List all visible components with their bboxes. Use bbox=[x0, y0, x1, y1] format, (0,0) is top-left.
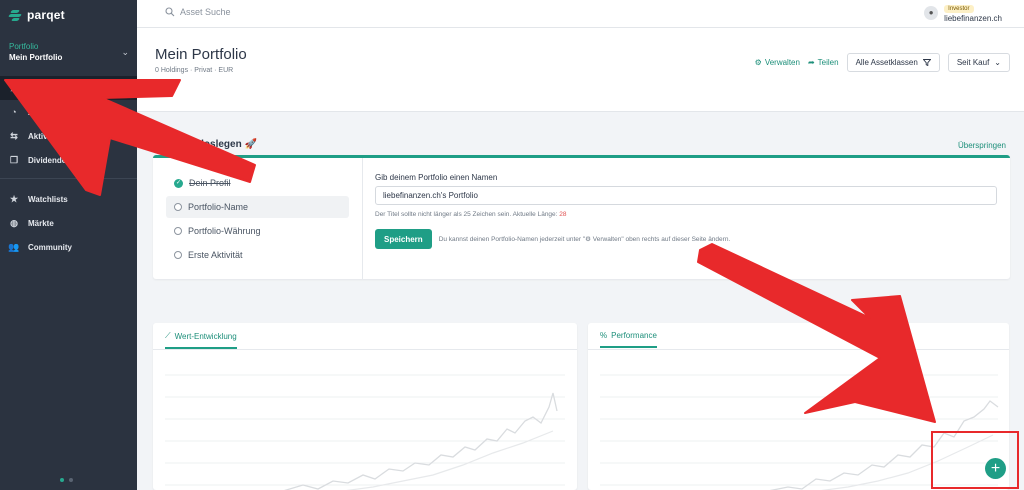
tab-value-development[interactable]: ⟋ Wert-Entwicklung bbox=[165, 331, 237, 349]
nav-divider bbox=[0, 178, 137, 179]
asset-class-filter[interactable]: Alle Assetklassen bbox=[846, 53, 940, 72]
sidebar-item-label: Analyse bbox=[28, 107, 59, 117]
sidebar-item-label: Watchlists bbox=[28, 194, 68, 204]
value-chart-placeholder bbox=[165, 374, 565, 490]
main-nav: ⟋ Dashboard ◔ Analyse ⇆ Aktivitäten ❐ Di… bbox=[0, 76, 137, 172]
chevron-down-icon: ⌄ bbox=[994, 58, 1001, 67]
share-icon: ➦ bbox=[807, 58, 815, 67]
share-button[interactable]: ➦ Teilen bbox=[808, 58, 839, 67]
manage-label: Verwalten bbox=[764, 58, 800, 67]
users-icon: 👥 bbox=[8, 241, 20, 252]
manage-button[interactable]: ⚙ Verwalten bbox=[755, 58, 800, 67]
radio-circle-icon bbox=[174, 203, 182, 211]
annotation-highlight-box bbox=[931, 431, 1019, 489]
filter-icon bbox=[922, 59, 931, 66]
value-chart-card: ⟋ Wert-Entwicklung bbox=[153, 323, 577, 490]
sidebar-item-label: Community bbox=[28, 242, 72, 252]
check-circle-icon: ✓ bbox=[174, 178, 183, 188]
portfolio-caption: Portfolio bbox=[9, 42, 39, 51]
user-avatar-icon: ● bbox=[924, 5, 939, 20]
sidebar-item-maerkte[interactable]: ◍ Märkte bbox=[0, 211, 137, 235]
asset-search[interactable]: Asset Suche bbox=[165, 7, 231, 17]
step-label: Portfolio-Name bbox=[188, 202, 249, 212]
page-title: Mein Portfolio bbox=[155, 46, 247, 63]
star-icon: ★ bbox=[9, 193, 19, 204]
user-name: liebefinanzen.ch bbox=[944, 14, 1002, 23]
share-label: Teilen bbox=[817, 58, 839, 67]
parqet-logo-icon bbox=[8, 10, 23, 21]
sidebar-item-label: Dividenden bbox=[28, 155, 72, 165]
logo[interactable]: parqet bbox=[8, 8, 65, 22]
tab-label: Wert-Entwicklung bbox=[174, 331, 237, 341]
step-label: Portfolio-Währung bbox=[188, 226, 261, 236]
step-portfolio-name[interactable]: Portfolio-Name bbox=[166, 196, 349, 218]
sidebar-item-community[interactable]: 👥 Community bbox=[0, 235, 137, 259]
onboarding-title: Lass uns loslegen 🚀 bbox=[155, 139, 257, 150]
tab-performance[interactable]: % Performance bbox=[600, 331, 657, 348]
save-button[interactable]: Speichern bbox=[375, 229, 432, 249]
secondary-nav: ★ Watchlists ◍ Märkte 👥 Community bbox=[0, 187, 137, 259]
globe-icon: ◍ bbox=[10, 217, 18, 228]
radio-circle-icon bbox=[174, 227, 182, 235]
length-hint: Der Titel sollte nicht länger als 25 Zei… bbox=[375, 211, 999, 218]
portfolio-name-label: Gib deinem Portfolio einen Namen bbox=[375, 173, 498, 182]
sidebar-item-dividenden[interactable]: ❐ Dividenden bbox=[0, 148, 137, 172]
chart-line-icon: ⟋ bbox=[165, 331, 171, 340]
portfolio-name: Mein Portfolio bbox=[9, 53, 63, 62]
step-profile[interactable]: ✓ Dein Profil bbox=[166, 172, 349, 194]
chevron-down-icon: ⌄ bbox=[121, 47, 129, 57]
step-portfolio-currency[interactable]: Portfolio-Währung bbox=[166, 220, 349, 242]
rename-note: Du kannst deinen Portfolio-Namen jederze… bbox=[438, 236, 731, 243]
portfolio-name-form: Gib deinem Portfolio einen Namen Der Tit… bbox=[375, 173, 999, 249]
length-count: 28 bbox=[559, 211, 567, 218]
time-range-label: Seit Kauf bbox=[956, 58, 990, 67]
gear-icon: ⚙ bbox=[754, 58, 762, 67]
sidebar: parqet Portfolio Mein Portfolio ⌄ ⟋ Dash… bbox=[0, 0, 137, 490]
topbar: Asset Suche ● Investor liebefinanzen.ch bbox=[137, 0, 1024, 28]
investor-badge: Investor bbox=[944, 5, 974, 13]
onboarding-divider bbox=[362, 158, 363, 279]
chart-line-icon: ⟋ bbox=[10, 82, 18, 93]
step-label: Erste Aktivität bbox=[188, 250, 243, 260]
tab-label: Performance bbox=[611, 331, 657, 340]
step-label: Dein Profil bbox=[189, 178, 231, 188]
pager-dots bbox=[60, 478, 73, 482]
sidebar-item-dashboard[interactable]: ⟋ Dashboard bbox=[0, 76, 137, 100]
portfolio-name-input[interactable] bbox=[375, 186, 997, 205]
time-range-select[interactable]: Seit Kauf ⌄ bbox=[947, 53, 1010, 72]
sidebar-item-label: Märkte bbox=[28, 218, 54, 228]
user-menu[interactable]: ● Investor liebefinanzen.ch bbox=[924, 2, 1002, 23]
onboarding-steps: ✓ Dein Profil Portfolio-Name Portfolio-W… bbox=[166, 172, 349, 268]
onboarding-card: ✓ Dein Profil Portfolio-Name Portfolio-W… bbox=[153, 155, 1010, 279]
pager-dot[interactable] bbox=[69, 478, 73, 482]
pager-dot[interactable] bbox=[60, 478, 64, 482]
search-icon bbox=[165, 7, 175, 17]
skip-link[interactable]: Überspringen bbox=[958, 141, 1006, 150]
sidebar-item-watchlists[interactable]: ★ Watchlists bbox=[0, 187, 137, 211]
search-input[interactable]: Asset Suche bbox=[180, 7, 231, 17]
sidebar-item-label: Aktivitäten bbox=[28, 131, 69, 141]
copy-icon: ❐ bbox=[9, 154, 19, 165]
page-header: Mein Portfolio 0 Holdings · Privat · EUR… bbox=[137, 28, 1024, 112]
percent-icon: % bbox=[600, 331, 608, 340]
sidebar-item-analyse[interactable]: ◔ Analyse bbox=[0, 100, 137, 124]
sidebar-item-aktivitaeten[interactable]: ⇆ Aktivitäten bbox=[0, 124, 137, 148]
step-first-activity[interactable]: Erste Aktivität bbox=[166, 244, 349, 266]
page-subtitle: 0 Holdings · Privat · EUR bbox=[155, 67, 234, 74]
logo-text: parqet bbox=[27, 8, 65, 22]
swap-arrows-icon: ⇆ bbox=[10, 130, 18, 141]
radio-circle-icon bbox=[174, 251, 182, 259]
length-hint-text: Der Titel sollte nicht länger als 25 Zei… bbox=[375, 211, 558, 218]
pie-chart-icon: ◔ bbox=[11, 107, 17, 117]
portfolio-switcher[interactable]: Portfolio Mein Portfolio ⌄ bbox=[9, 42, 129, 62]
sidebar-item-label: Dashboard bbox=[28, 83, 70, 93]
asset-filter-label: Alle Assetklassen bbox=[855, 58, 918, 67]
